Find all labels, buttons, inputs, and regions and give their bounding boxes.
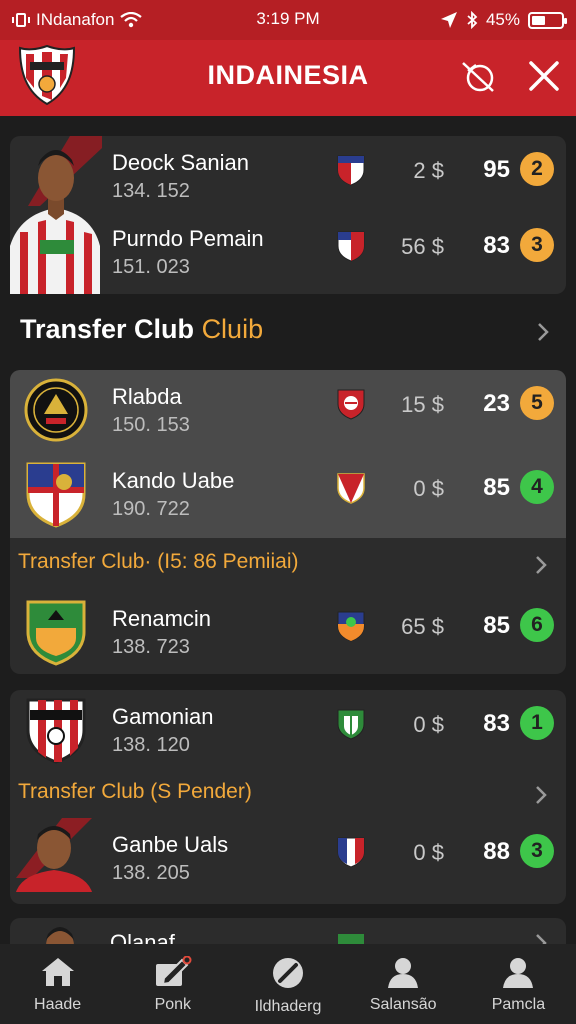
club-name: Kando Uabe <box>112 468 235 493</box>
nav-item-home[interactable]: Haade <box>0 944 115 1024</box>
transfer-subheader[interactable]: Transfer Club· (I5: 86 Pemiiai) <box>18 550 298 574</box>
team-badge-icon <box>337 473 365 504</box>
team-badge-icon <box>337 389 365 420</box>
club-crest-icon <box>24 378 88 442</box>
player-row[interactable]: Ganbe Uals 138. 205 0 $ 88 3 <box>10 818 566 898</box>
club-row[interactable]: Renamcin 138. 723 65 $ 85 6 <box>10 592 566 672</box>
club-crest-icon <box>26 600 86 666</box>
person-icon <box>503 958 534 988</box>
transfer-subheader[interactable]: Transfer Club (S Pender) <box>18 780 252 804</box>
vibrate-icon <box>12 13 30 27</box>
team-badge-icon <box>337 837 365 868</box>
club-name: Gamonian <box>112 704 214 729</box>
featured-card: Deock Sanian 134. 152 2 $ 95 2 Purndo Pe… <box>10 136 566 294</box>
whistle-button[interactable] <box>458 56 498 96</box>
home-icon <box>41 958 74 986</box>
section-title-text: Transfer Club <box>20 314 195 344</box>
rank-badge: 2 <box>520 152 554 186</box>
nav-label: Pamcla <box>491 996 546 1013</box>
rank-badge: 4 <box>520 470 554 504</box>
app-header: INDAINESIA <box>0 40 576 116</box>
edit-icon <box>155 956 192 986</box>
club-name: Rlabda <box>112 384 182 409</box>
team-badge-icon <box>337 231 365 262</box>
rank-badge: 3 <box>520 228 554 262</box>
team-badge-icon <box>337 155 365 186</box>
club-price: 15 $ <box>401 392 444 417</box>
battery-percent: 45% <box>485 10 520 29</box>
club-stats: 190. 722 <box>112 498 190 520</box>
club-name: Renamcin <box>112 606 212 631</box>
nav-item-ponk[interactable]: Ponk <box>115 944 230 1024</box>
club-rating: 83 <box>483 710 510 737</box>
player-price: 2 $ <box>413 158 444 183</box>
club-price: 65 $ <box>401 614 444 639</box>
nav-label: Ildhaderg <box>254 998 322 1015</box>
club-rating: 85 <box>483 612 510 639</box>
club-row[interactable]: Gamonian 138. 120 0 $ 83 1 <box>10 690 566 770</box>
rank-badge: 3 <box>520 834 554 868</box>
club-row[interactable]: Rlabda 150. 153 15 $ 23 5 <box>10 370 566 450</box>
player-stats: 134. 152 <box>112 180 190 202</box>
club-row[interactable]: Kando Uabe 190. 722 0 $ 85 4 <box>10 454 566 534</box>
chevron-right-icon[interactable] <box>530 784 552 806</box>
player-photo <box>16 818 92 892</box>
club-stats: 138. 120 <box>112 734 190 756</box>
club-stats: 138. 723 <box>112 636 190 658</box>
rank-badge: 5 <box>520 386 554 420</box>
rank-badge: 1 <box>520 706 554 740</box>
player-stats: 151. 023 <box>112 256 190 278</box>
person-icon <box>388 958 419 988</box>
club-stats: 150. 153 <box>112 414 190 436</box>
team-badge-icon <box>337 709 365 740</box>
transfer-card: Rlabda 150. 153 15 $ 23 5 Kando Uabe 190… <box>10 370 566 674</box>
section-title-accent: Cluib <box>201 314 264 344</box>
chevron-right-icon[interactable] <box>532 321 554 343</box>
chevron-right-icon[interactable] <box>530 554 552 576</box>
player-name: Ganbe Uals <box>112 832 229 857</box>
player-stats: 138. 205 <box>112 862 190 884</box>
nav-label: Haade <box>34 996 82 1013</box>
club-price: 0 $ <box>413 712 444 737</box>
club-rating: 85 <box>483 474 510 501</box>
club-crest-icon <box>26 462 86 528</box>
team-badge-icon <box>337 611 365 642</box>
nav-label: Salansão <box>369 996 437 1013</box>
app-screen: INdanafon 3:19 PM 45% INDAINESIA Deock S… <box>0 0 576 1024</box>
nav-item-ildhaderg[interactable]: Ildhaderg <box>230 944 345 1024</box>
club-rating: 23 <box>483 390 510 417</box>
battery-fill <box>532 15 545 25</box>
close-icon <box>529 61 559 91</box>
player-row[interactable]: Deock Sanian 134. 152 2 $ 95 2 <box>10 136 566 216</box>
status-left: INdanafon <box>12 10 212 30</box>
status-bar: INdanafon 3:19 PM 45% <box>0 0 576 40</box>
section-title[interactable]: Transfer Club Cluib <box>20 314 263 345</box>
whistle-icon <box>462 62 494 92</box>
check-circle-icon <box>273 958 303 988</box>
bottom-nav: Haade Ponk Ildhaderg Salansão Pamcla <box>0 944 576 1024</box>
player-price: 0 $ <box>413 840 444 865</box>
player-rating: 95 <box>483 156 510 183</box>
close-button[interactable] <box>524 56 564 96</box>
transfer-card: Gamonian 138. 120 0 $ 83 1 Transfer Club… <box>10 690 566 904</box>
battery-icon <box>528 11 567 29</box>
nav-item-salansao[interactable]: Salansão <box>346 944 461 1024</box>
player-price: 56 $ <box>401 234 444 259</box>
status-right: 45% <box>440 10 567 30</box>
player-rating: 88 <box>483 838 510 865</box>
location-icon <box>440 12 457 28</box>
player-rating: 83 <box>483 232 510 259</box>
player-name: Purndo Pemain <box>112 226 264 251</box>
nav-label: Ponk <box>154 996 192 1013</box>
player-row[interactable]: Purndo Pemain 151. 023 56 $ 83 3 <box>10 212 566 292</box>
nav-item-pamcla[interactable]: Pamcla <box>461 944 576 1024</box>
player-name: Deock Sanian <box>112 150 249 175</box>
carrier-label: INdanafon <box>36 10 115 29</box>
wifi-icon <box>120 12 143 28</box>
rank-badge: 6 <box>520 608 554 642</box>
club-crest-icon <box>26 698 86 764</box>
club-logo[interactable] <box>18 44 76 106</box>
bluetooth-icon <box>467 11 478 29</box>
club-price: 0 $ <box>413 476 444 501</box>
